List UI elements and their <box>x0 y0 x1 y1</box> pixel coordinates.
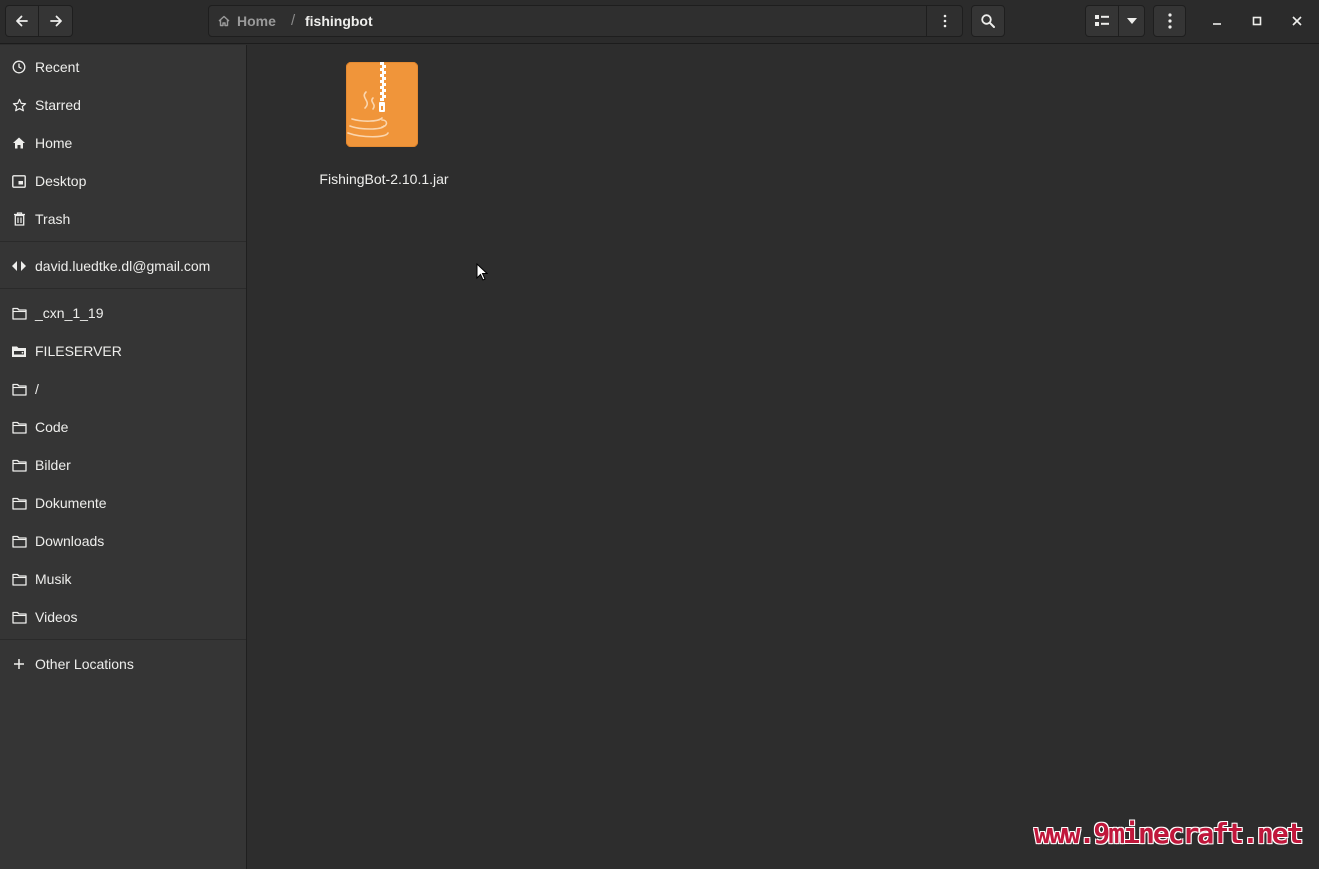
sidebar-item-label: Home <box>35 135 73 151</box>
folder-icon <box>11 305 27 321</box>
breadcrumb-home[interactable]: Home <box>217 6 276 36</box>
folder-icon <box>11 609 27 625</box>
sidebar-item-other-locations[interactable]: Other Locations <box>0 645 246 683</box>
maximize-button[interactable] <box>1244 8 1270 34</box>
search-icon <box>981 14 995 28</box>
view-options-dropdown[interactable] <box>1119 5 1145 37</box>
vertical-dots-icon <box>943 14 946 28</box>
desktop-icon <box>11 173 27 189</box>
folder-icon <box>11 571 27 587</box>
file-view[interactable]: FishingBot-2.10.1.jar <box>248 45 1319 869</box>
folder-icon <box>11 381 27 397</box>
sidebar-item-label: Trash <box>35 211 71 227</box>
breadcrumb-home-label: Home <box>237 13 276 29</box>
search-button[interactable] <box>971 5 1005 37</box>
sidebar-item-label: Desktop <box>35 173 87 189</box>
sidebar-item-code[interactable]: Code <box>0 408 246 446</box>
folder-icon <box>11 457 27 473</box>
sidebar-item-label: FILESERVER <box>35 343 122 359</box>
minimize-icon <box>1213 23 1221 25</box>
file-item[interactable]: FishingBot-2.10.1.jar <box>310 61 458 192</box>
sidebar-item-recent[interactable]: Recent <box>0 48 246 86</box>
sidebar-item-label: Bilder <box>35 457 71 473</box>
home-icon <box>11 135 27 151</box>
header-bar: Home / fishingbot <box>0 0 1319 44</box>
main-menu-button[interactable] <box>1153 5 1186 37</box>
clock-icon <box>11 59 27 75</box>
folder-icon <box>11 419 27 435</box>
sidebar-item-root[interactable]: / <box>0 370 246 408</box>
sidebar-item-bilder[interactable]: Bilder <box>0 446 246 484</box>
sidebar-item-home[interactable]: Home <box>0 124 246 162</box>
view-mode-button[interactable] <box>1085 5 1119 37</box>
vertical-dots-icon <box>1167 13 1172 29</box>
sidebar-item-label: / <box>35 381 39 397</box>
sidebar-item-label: Starred <box>35 97 81 113</box>
sidebar: Recent Starred Home Desktop Trash david.… <box>0 45 247 869</box>
sidebar-item-label: Musik <box>35 571 72 587</box>
close-button[interactable] <box>1284 8 1310 34</box>
folder-icon <box>11 495 27 511</box>
minimize-button[interactable] <box>1204 8 1230 34</box>
chevron-down-icon <box>1126 18 1137 24</box>
network-account-icon <box>11 258 27 274</box>
maximize-icon <box>1252 16 1262 26</box>
sidebar-item-videos[interactable]: Videos <box>0 598 246 636</box>
sidebar-item-dokumente[interactable]: Dokumente <box>0 484 246 522</box>
sidebar-divider <box>0 639 246 640</box>
java-archive-icon <box>345 61 419 148</box>
arrow-left-icon <box>16 15 28 27</box>
sidebar-divider <box>0 241 246 242</box>
sidebar-item-musik[interactable]: Musik <box>0 560 246 598</box>
back-button[interactable] <box>5 5 39 37</box>
star-icon <box>11 97 27 113</box>
network-drive-icon <box>11 343 27 359</box>
mouse-pointer-icon <box>476 263 488 281</box>
path-menu-button[interactable] <box>926 5 962 37</box>
sidebar-item-trash[interactable]: Trash <box>0 200 246 238</box>
file-name: FishingBot-2.10.1.jar <box>319 171 449 187</box>
sidebar-item-starred[interactable]: Starred <box>0 86 246 124</box>
sidebar-divider <box>0 288 246 289</box>
plus-icon <box>11 656 27 672</box>
watermark: www.9minecraft.net <box>1034 817 1303 850</box>
sidebar-item-fileserver[interactable]: FILESERVER <box>0 332 246 370</box>
home-icon <box>218 15 230 27</box>
path-bar: Home / fishingbot <box>208 5 963 37</box>
sidebar-item-cxn[interactable]: _cxn_1_19 <box>0 294 246 332</box>
close-icon <box>1292 16 1302 26</box>
sidebar-item-label: Other Locations <box>35 656 134 672</box>
sidebar-item-account[interactable]: david.luedtke.dl@gmail.com <box>0 247 246 285</box>
folder-icon <box>11 533 27 549</box>
sidebar-item-label: Dokumente <box>35 495 107 511</box>
sidebar-item-label: Code <box>35 419 69 435</box>
list-view-icon <box>1095 15 1109 26</box>
trash-icon <box>11 211 27 227</box>
sidebar-item-label: david.luedtke.dl@gmail.com <box>35 258 211 274</box>
sidebar-item-label: _cxn_1_19 <box>35 305 104 321</box>
sidebar-item-label: Videos <box>35 609 78 625</box>
breadcrumb-separator: / <box>291 12 296 29</box>
forward-button[interactable] <box>39 5 73 37</box>
sidebar-item-desktop[interactable]: Desktop <box>0 162 246 200</box>
sidebar-item-label: Downloads <box>35 533 105 549</box>
breadcrumb-current[interactable]: fishingbot <box>305 13 373 29</box>
arrow-right-icon <box>49 15 62 27</box>
sidebar-item-label: Recent <box>35 59 80 75</box>
sidebar-item-downloads[interactable]: Downloads <box>0 522 246 560</box>
